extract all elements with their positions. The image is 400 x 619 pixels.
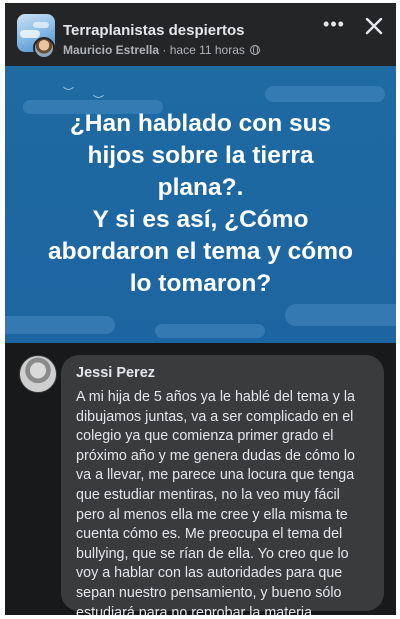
commenter-name[interactable]: Jessi Perez — [76, 365, 155, 381]
author-avatar[interactable] — [33, 37, 55, 59]
comment-line: que estudiar mentiras, no la veo muy fác… — [76, 486, 340, 503]
meta-separator: · — [162, 43, 167, 57]
author-name[interactable]: Mauricio Estrella — [63, 43, 159, 57]
comment-bubble[interactable]: Jessi Perez A mi hija de 5 años ya le ha… — [61, 355, 384, 615]
comment-area: Jessi Perez A mi hija de 5 años ya le ha… — [5, 343, 396, 615]
comment-line: bullying, que se rían de ella. Yo creo q… — [76, 545, 349, 562]
globe-icon — [250, 44, 261, 55]
comment-text: A mi hija de 5 años ya le hablé del tema… — [76, 388, 355, 615]
comment-line: sepan nuestro pensamiento, y bueno sólo — [76, 584, 342, 601]
comment-line: A mi hija de 5 años ya le hablé del tema… — [76, 389, 355, 405]
post-text-line: Y si es así, ¿Cómo — [92, 206, 309, 233]
post-text-line: abordaron el tema y cómo — [48, 238, 353, 265]
comment-line: va a llevar, me parece una locura que te… — [76, 467, 355, 484]
post-text: ¿Han hablado con sus hijos sobre la tier… — [5, 108, 396, 300]
group-name[interactable]: Terraplanistas despiertos — [63, 22, 244, 39]
comment-line: cuenta cómo es. Me preocupa el tema del — [76, 526, 343, 543]
comment-line: próximo año y me genera dudas de cómo lo — [76, 447, 355, 464]
post-time[interactable]: hace 11 horas — [170, 43, 245, 57]
post-image[interactable]: ︶ ︶ ¿Han hablado con sus hijos sobre la … — [5, 66, 396, 343]
comment-line: voy a hablar con las autoridades para qu… — [76, 565, 343, 582]
post-header: Terraplanistas despiertos Mauricio Estre… — [5, 3, 396, 66]
post-text-line: hijos sobre la tierra — [87, 142, 314, 169]
commenter-avatar[interactable] — [19, 355, 57, 393]
close-icon[interactable] — [365, 17, 383, 35]
more-options-icon[interactable]: ••• — [323, 15, 345, 33]
post-text-line: ¿Han hablado con sus — [69, 110, 332, 137]
comment-line: pero al menos ella me cree y ella misma … — [76, 506, 348, 523]
post-text-line: lo tomaron? — [129, 270, 272, 297]
comment-line: dibujamos juntas, va a ser complicado en… — [76, 408, 354, 425]
post-meta: Mauricio Estrella · hace 11 horas — [63, 43, 261, 57]
comment-line: colegio ya que comienza primer grado el — [76, 428, 334, 445]
post-text-line: plana?. — [157, 174, 244, 201]
comment-line: estudiará para no reprobar la materia. — [76, 604, 317, 615]
